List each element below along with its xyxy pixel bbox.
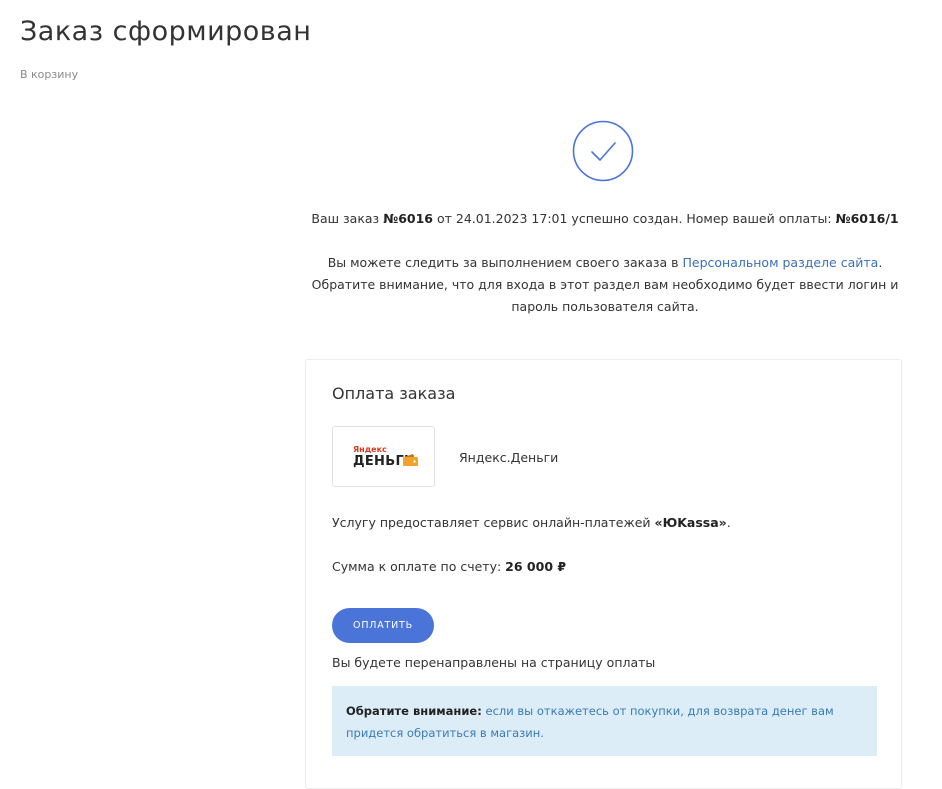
login-notice-line-1: Обратите внимание, что для входа в этот …	[311, 277, 899, 292]
yandex-money-logo: Яндекс ДЕНЬГИ	[332, 426, 435, 487]
login-notice-line-2: пароль пользователя сайта.	[511, 299, 699, 314]
pay-button[interactable]: ОПЛАТИТЬ	[332, 608, 434, 643]
page-title: Заказ сформирован	[20, 16, 312, 47]
order-created-message: Ваш заказ №6016 от 24.01.2023 17:01 успе…	[311, 211, 899, 226]
refund-notice: Обратите внимание: если вы откажетесь от…	[332, 686, 877, 756]
payment-method-name: Яндекс.Деньги	[459, 450, 559, 465]
breadcrumb-cart-link[interactable]: В корзину	[20, 68, 78, 81]
service-provider-text: Услугу предоставляет сервис онлайн-плате…	[332, 515, 731, 530]
redirect-text: Вы будете перенаправлены на страницу опл…	[332, 655, 656, 670]
success-check-icon	[572, 120, 634, 182]
payment-card: Оплата заказа Яндекс ДЕНЬГИ Яндекс.Деньг…	[305, 359, 902, 789]
wallet-icon	[403, 454, 418, 466]
sum-value: 26 000 ₽	[505, 559, 567, 574]
track-order-message: Вы можете следить за выполнением своего …	[327, 255, 883, 270]
personal-section-link[interactable]: Персональном разделе сайта	[683, 255, 879, 270]
payment-title: Оплата заказа	[332, 384, 456, 403]
logo-yandex-text: Яндекс	[353, 445, 387, 454]
notice-label: Обратите внимание:	[346, 704, 482, 718]
payment-number: №6016/1	[835, 211, 899, 226]
sum-to-pay: Сумма к оплате по счету: 26 000 ₽	[332, 559, 567, 574]
order-number: №6016	[383, 211, 434, 226]
